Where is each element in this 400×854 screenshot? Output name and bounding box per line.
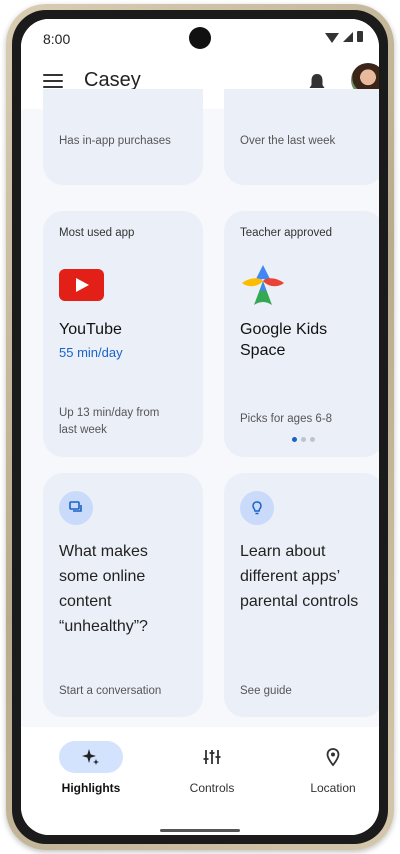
carousel-dots[interactable] [292,437,315,442]
parental-controls-guide-card[interactable]: Learn about different apps’ parental con… [224,473,379,717]
card-footnote: Picks for ages 6-8 [240,413,333,425]
prompt-line: What makes [59,543,148,560]
in-app-purchases-card[interactable]: Has in-app purchases [43,89,203,185]
carousel-dot[interactable] [310,437,315,442]
prompt-line: Learn about [240,543,326,560]
youtube-icon [59,269,104,301]
card-footnote: Has in-app purchases [59,135,171,147]
see-guide-link[interactable]: See guide [240,683,292,700]
card-label: Teacher approved [240,227,333,239]
app-name: Google Kids [240,321,328,338]
carousel-dot-active[interactable] [292,437,297,442]
sliders-icon [203,750,221,764]
lightbulb-icon [252,501,262,515]
location-pin-icon [326,748,340,767]
screen: 8:00 Casey Has in-app purchases Over the… [21,19,379,835]
nav-controls[interactable]: Controls [157,741,267,811]
prompt-line: some online [59,568,146,585]
usage-value: 55 min/day [59,345,123,360]
kids-space-icon [242,265,284,305]
highlights-feed: Has in-app purchases Over the last week … [21,89,379,727]
signal-icon [343,31,353,42]
status-time: 8:00 [43,31,71,47]
bottom-navigation: Highlights Controls Location [21,727,379,835]
most-used-app-card[interactable]: Most used app YouTube 55 min/day Up 13 m… [43,211,203,457]
camera-cutout [189,27,211,49]
start-conversation-link[interactable]: Start a conversation [59,683,161,700]
chat-icon-badge [59,491,93,525]
status-bar: 8:00 [21,19,379,55]
nav-highlights-label: Highlights [61,781,121,795]
battery-icon [357,31,363,42]
usage-change: Up 13 min/day from [59,407,160,419]
nav-highlights-pill[interactable] [59,741,123,773]
app-name-line2: Space [240,342,286,359]
sparkle-icon [82,749,99,765]
card-footnote: Over the last week [240,135,336,147]
nav-location[interactable]: Location [278,741,379,811]
gesture-bar[interactable] [160,829,240,832]
teacher-approved-card[interactable]: Teacher approved Google Kids Space Picks… [224,211,379,457]
prompt-line: content [59,593,112,610]
wifi-icon [325,32,339,43]
carousel-dot[interactable] [301,437,306,442]
nav-location-label: Location [310,781,356,795]
nav-controls-label: Controls [189,781,235,795]
phone-frame: 8:00 Casey Has in-app purchases Over the… [6,4,394,850]
prompt-line: “unhealthy”? [59,618,148,635]
status-icons [325,31,363,43]
usage-change-line2: last week [59,424,107,436]
conversation-card[interactable]: What makes some online content “unhealth… [43,473,203,717]
chat-icon [69,501,82,512]
nav-highlights[interactable]: Highlights [36,741,146,811]
nav-location-pill[interactable] [301,741,365,773]
lightbulb-icon-badge [240,491,274,525]
menu-icon[interactable] [43,74,63,88]
nav-controls-pill[interactable] [180,741,244,773]
weekly-usage-card[interactable]: Over the last week [224,89,379,185]
phone-bezel: 8:00 Casey Has in-app purchases Over the… [12,10,388,844]
app-name: YouTube [59,321,122,338]
card-label: Most used app [59,227,135,239]
prompt-line: parental controls [240,593,359,610]
prompt-line: different apps’ [240,568,341,585]
